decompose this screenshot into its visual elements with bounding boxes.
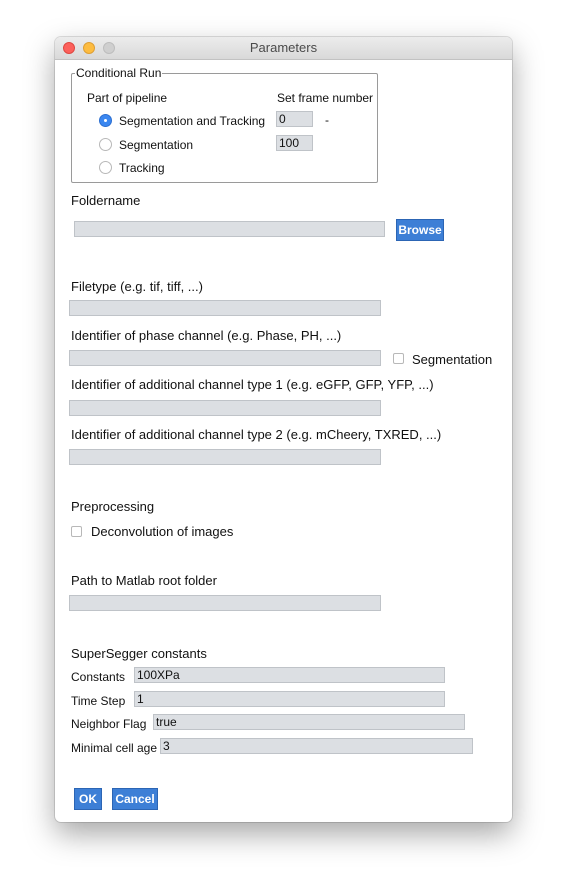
filetype-field[interactable] [69,300,381,316]
neighbor-flag-field[interactable]: true [153,714,465,730]
additional-channel-1-field[interactable] [69,400,381,416]
radio-label-tracking: Tracking [119,161,165,175]
radio-label-segmentation-and-tracking: Segmentation and Tracking [119,114,266,128]
neighbor-flag-label: Neighbor Flag [71,717,147,731]
minimal-cell-age-label: Minimal cell age [71,741,158,755]
window-title: Parameters [249,40,318,55]
matlab-path-label: Path to Matlab root folder [71,573,217,588]
supersegger-constants-label: SuperSegger constants [71,646,207,661]
deconvolution-checkbox[interactable] [71,526,82,537]
constants-field[interactable]: 100XPa [134,667,445,683]
part-of-pipeline-label: Part of pipeline [87,91,168,105]
radio-segmentation[interactable] [99,138,112,151]
radio-segmentation-and-tracking[interactable] [99,114,112,127]
additional-channel-2-label: Identifier of additional channel type 2 … [71,427,442,442]
phase-channel-label: Identifier of phase channel (e.g. Phase,… [71,328,342,343]
radio-label-segmentation: Segmentation [119,138,194,152]
browse-button[interactable]: Browse [396,219,444,241]
foldername-label: Foldername [71,193,141,208]
segmentation-checkbox[interactable] [393,353,404,364]
cancel-button[interactable]: Cancel [112,788,158,810]
set-frame-number-label: Set frame number [277,91,374,105]
time-step-label: Time Step [71,694,126,708]
frame-end-field[interactable]: 100 [276,135,313,151]
constants-label: Constants [71,670,126,684]
additional-channel-2-field[interactable] [69,449,381,465]
ok-button[interactable]: OK [74,788,102,810]
phase-channel-field[interactable] [69,350,381,366]
frame-start-field[interactable]: 0 [276,111,313,127]
frame-separator: - [325,113,329,127]
preprocessing-label: Preprocessing [71,499,155,514]
additional-channel-1-label: Identifier of additional channel type 1 … [71,377,434,392]
deconvolution-checkbox-label: Deconvolution of images [91,524,234,539]
parameters-window: Parameters Conditional Run Part of pipel… [55,37,512,822]
matlab-path-field[interactable] [69,595,381,611]
foldername-field[interactable] [74,221,385,237]
title-bar: Parameters [55,37,512,60]
conditional-run-group [71,73,378,183]
filetype-label: Filetype (e.g. tif, tiff, ...) [71,279,203,294]
segmentation-checkbox-label: Segmentation [412,352,493,367]
minimal-cell-age-field[interactable]: 3 [160,738,473,754]
radio-tracking[interactable] [99,161,112,174]
conditional-run-title: Conditional Run [75,66,163,80]
time-step-field[interactable]: 1 [134,691,445,707]
